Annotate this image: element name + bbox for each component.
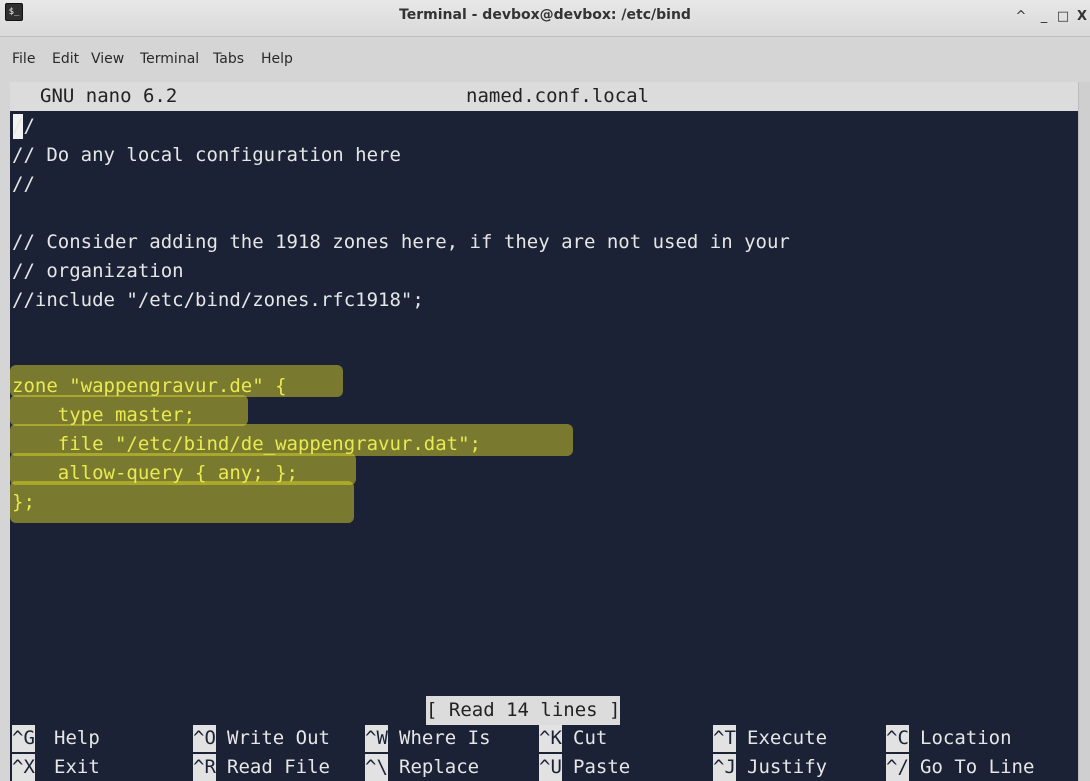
shortcut-key-replace[interactable]: ^\ bbox=[365, 754, 388, 781]
editor-line: file "/etc/bind/de_wappengravur.dat"; bbox=[12, 433, 481, 455]
window-titlebar: $_ Terminal - devbox@devbox: /etc/bind ^… bbox=[0, 0, 1090, 37]
menu-help[interactable]: Help bbox=[261, 51, 293, 67]
menu-terminal[interactable]: Terminal bbox=[140, 51, 199, 67]
window-title: Terminal - devbox@devbox: /etc/bind bbox=[399, 7, 691, 23]
nano-version: GNU nano 6.2 bbox=[40, 85, 178, 107]
shortcut-key-justify[interactable]: ^J bbox=[713, 754, 736, 781]
shortcut-key-read-file[interactable]: ^R bbox=[193, 754, 216, 781]
maximize-up-icon[interactable]: ^ bbox=[1013, 9, 1029, 24]
editor-line: }; bbox=[12, 491, 35, 513]
terminal-screen[interactable]: GNU nano 6.2 named.conf.local // // Do a… bbox=[10, 82, 1078, 781]
minimize-icon[interactable]: _ bbox=[1036, 9, 1052, 24]
shortcut-key-help[interactable]: ^G bbox=[12, 725, 35, 752]
shortcut-label-execute: Execute bbox=[747, 727, 828, 749]
shortcut-key-paste[interactable]: ^U bbox=[539, 754, 562, 781]
menu-file[interactable]: File bbox=[12, 51, 35, 67]
editor-line: // Consider adding the 1918 zones here, … bbox=[12, 231, 790, 253]
shortcut-label-go-to-line: Go To Line bbox=[920, 756, 1035, 778]
shortcut-key-where-is[interactable]: ^W bbox=[365, 725, 388, 752]
shortcut-label-exit: Exit bbox=[54, 756, 100, 778]
shortcut-label-cut: Cut bbox=[573, 727, 608, 749]
editor-line: type master; bbox=[12, 404, 196, 426]
terminal-scrollbar[interactable] bbox=[1078, 82, 1090, 781]
menubar: File Edit View Terminal Tabs Help bbox=[0, 45, 1090, 73]
editor-line: // bbox=[12, 115, 35, 137]
restore-icon[interactable]: □ bbox=[1055, 9, 1071, 24]
close-icon[interactable]: X bbox=[1074, 9, 1090, 24]
menu-view[interactable]: View bbox=[91, 51, 124, 67]
shortcut-key-execute[interactable]: ^T bbox=[713, 725, 736, 752]
nano-status-message: [ Read 14 lines ] bbox=[426, 696, 621, 725]
shortcut-key-location[interactable]: ^C bbox=[886, 725, 909, 752]
shortcut-label-justify: Justify bbox=[747, 756, 828, 778]
editor-line: // Do any local configuration here bbox=[12, 144, 401, 166]
shortcut-key-cut[interactable]: ^K bbox=[539, 725, 562, 752]
editor-line: zone "wappengravur.de" { bbox=[12, 375, 287, 397]
menu-edit[interactable]: Edit bbox=[52, 51, 79, 67]
shortcut-label-where-is: Where Is bbox=[399, 727, 491, 749]
nano-filename: named.conf.local bbox=[466, 85, 650, 107]
shortcut-label-paste: Paste bbox=[573, 756, 631, 778]
shortcut-label-location: Location bbox=[920, 727, 1012, 749]
shortcut-key-write-out[interactable]: ^O bbox=[193, 725, 216, 752]
shortcut-label-replace: Replace bbox=[399, 756, 480, 778]
menu-tabs[interactable]: Tabs bbox=[213, 51, 244, 67]
shortcut-label-help: Help bbox=[54, 727, 100, 749]
editor-line: //include "/etc/bind/zones.rfc1918"; bbox=[12, 289, 424, 311]
shortcut-key-exit[interactable]: ^X bbox=[12, 754, 35, 781]
editor-line: allow-query { any; }; bbox=[12, 462, 298, 484]
shortcut-label-write-out: Write Out bbox=[227, 727, 330, 749]
editor-line: // bbox=[12, 173, 35, 195]
shortcut-label-read-file: Read File bbox=[227, 756, 330, 778]
editor-line: // organization bbox=[12, 260, 184, 282]
nano-header-bar: GNU nano 6.2 named.conf.local bbox=[10, 82, 1078, 111]
shortcut-key-go-to-line[interactable]: ^/ bbox=[886, 754, 909, 781]
